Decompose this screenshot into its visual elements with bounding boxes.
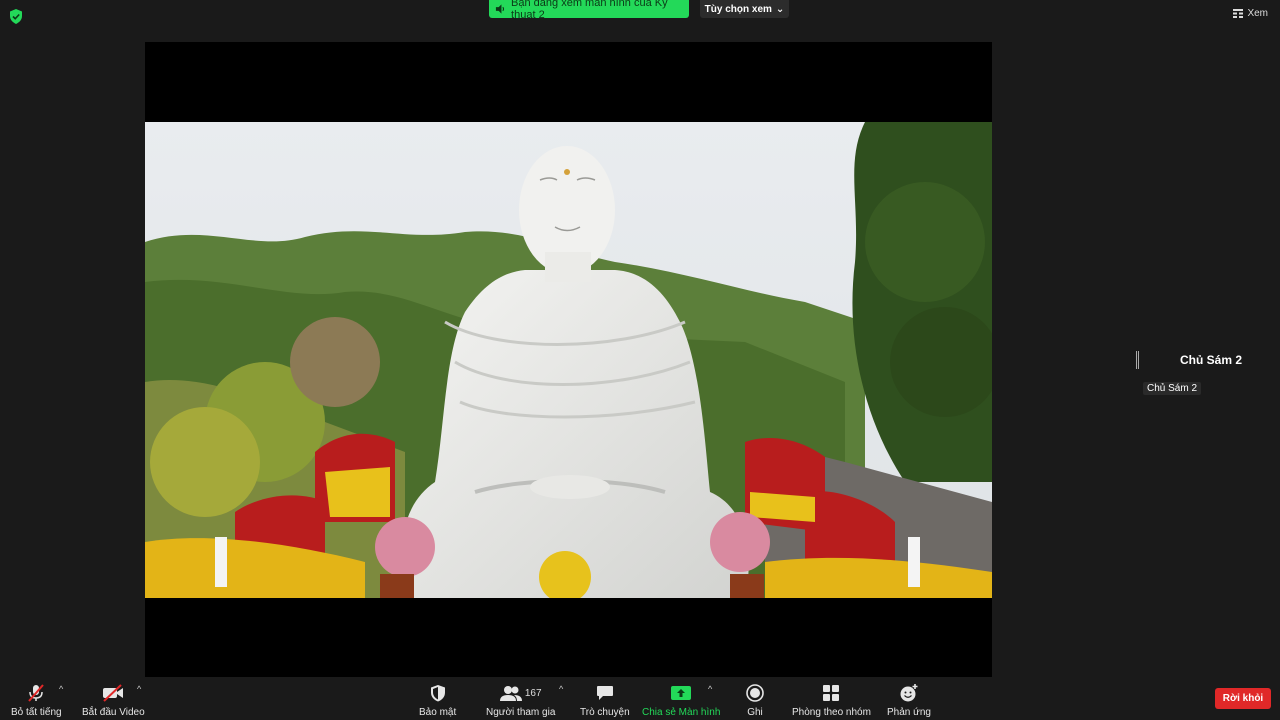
active-speaker-panel[interactable]: Chủ Sám 2 Chủ Sám 2	[1136, 349, 1276, 409]
chevron-down-icon: ⌄	[775, 3, 785, 15]
grid-view-icon	[1233, 9, 1244, 18]
share-screen-icon	[671, 686, 692, 700]
record-button[interactable]: Ghi	[746, 682, 764, 718]
view-options-button[interactable]: Tùy chọn xem ⌄	[700, 0, 789, 18]
mute-label: Bỏ tất tiếng	[11, 707, 62, 718]
share-screen-label: Chia sẻ Màn hình	[642, 707, 721, 718]
video-off-icon	[103, 684, 124, 702]
start-video-button[interactable]: Bắt đầu Video	[82, 682, 145, 718]
participant-count: 167	[524, 687, 542, 699]
video-label: Bắt đầu Video	[82, 707, 145, 718]
audio-options-caret-icon[interactable]: ^	[59, 684, 63, 694]
view-button[interactable]: Xem	[1233, 8, 1268, 19]
participants-button[interactable]: 167 Người tham gia	[486, 682, 555, 718]
view-label: Xem	[1247, 8, 1268, 19]
chat-label: Trò chuyện	[580, 707, 630, 718]
breakout-rooms-button[interactable]: Phòng theo nhóm	[792, 682, 871, 718]
meeting-toolbar: Bỏ tất tiếng ^ Bắt đầu Video ^ Bảo mật 1…	[0, 678, 1280, 720]
chat-button[interactable]: Trò chuyện	[580, 682, 630, 718]
speaker-name: Chủ Sám 2	[1180, 353, 1243, 367]
shared-image-statue	[145, 122, 992, 598]
record-icon	[746, 684, 764, 702]
video-options-caret-icon[interactable]: ^	[137, 684, 141, 694]
audio-level-icon	[1136, 351, 1139, 369]
view-options-label: Tùy chọn xem	[704, 3, 772, 15]
screen-share-banner: Bạn đang xem màn hình của Ky thuat 2	[489, 0, 689, 21]
participants-label: Người tham gia	[486, 707, 556, 718]
leave-button[interactable]: Rời khỏi	[1215, 688, 1271, 709]
security-label: Bảo mật	[419, 707, 457, 718]
share-banner-text: Bạn đang xem màn hình của Ky thuat 2	[511, 0, 668, 21]
reactions-button[interactable]: Phản ứng	[887, 682, 931, 718]
breakout-rooms-label: Phòng theo nhóm	[792, 707, 871, 718]
shield-check-icon[interactable]	[9, 9, 23, 24]
participants-icon	[499, 686, 522, 701]
speaker-icon	[495, 4, 505, 14]
breakout-rooms-icon	[823, 685, 840, 701]
microphone-muted-icon	[28, 684, 45, 702]
security-button[interactable]: Bảo mật	[419, 682, 456, 718]
reactions-label: Phản ứng	[887, 707, 931, 718]
smiley-plus-icon	[900, 684, 918, 702]
chat-bubble-icon	[596, 686, 613, 700]
speaker-name-tag: Chủ Sám 2	[1143, 382, 1202, 395]
participants-caret-icon[interactable]: ^	[559, 684, 563, 694]
mute-button[interactable]: Bỏ tất tiếng	[11, 682, 62, 718]
shield-icon	[430, 685, 445, 702]
shared-screen	[145, 42, 992, 677]
record-label: Ghi	[747, 707, 763, 718]
share-options-caret-icon[interactable]: ^	[708, 684, 712, 694]
